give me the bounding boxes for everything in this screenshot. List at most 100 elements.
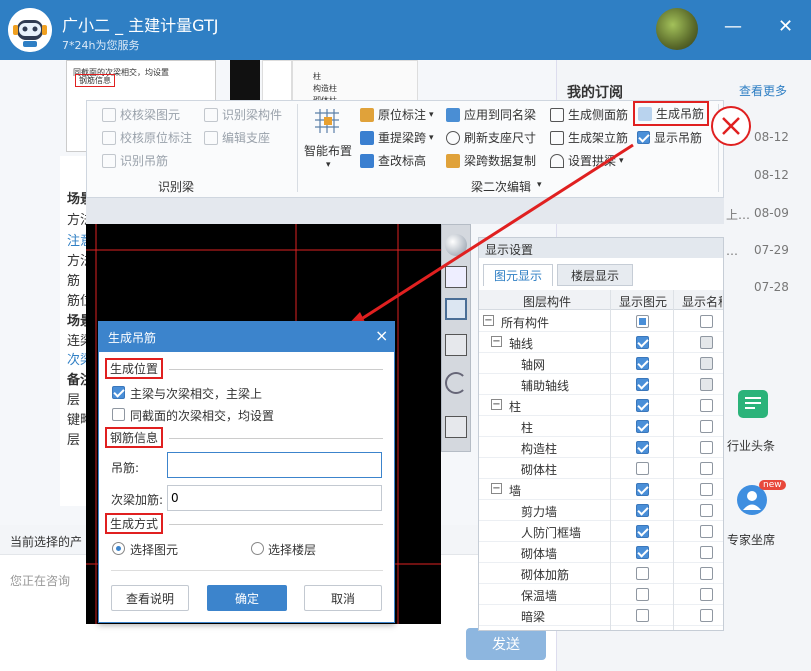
show-element-checkbox[interactable]: [636, 504, 649, 517]
show-name-checkbox[interactable]: [700, 567, 713, 580]
radio-select-floor[interactable]: [251, 542, 264, 555]
show-name-checkbox[interactable]: [700, 609, 713, 622]
show-element-checkbox[interactable]: [636, 567, 649, 580]
show-name-checkbox[interactable]: [700, 462, 713, 475]
layer-label: 砌体柱: [521, 463, 558, 477]
show-name-checkbox[interactable]: [700, 588, 713, 601]
layer-row[interactable]: 暗梁: [479, 605, 723, 626]
grid-divider: [673, 290, 674, 630]
identify-hanger-button[interactable]: 识别吊筋: [102, 152, 168, 169]
show-element-checkbox[interactable]: [636, 462, 649, 475]
show-element-checkbox[interactable]: [636, 546, 649, 559]
in-situ-annotation-button[interactable]: 原位标注 ▾: [360, 106, 434, 123]
layer-row[interactable]: − 柱: [479, 395, 723, 416]
my-orders-title: 我的订阅: [567, 85, 623, 101]
cancel-button[interactable]: 取消: [304, 585, 382, 611]
identify-beam-button[interactable]: 识别梁构件: [204, 106, 282, 123]
hanger-input[interactable]: [167, 452, 382, 478]
show-element-checkbox[interactable]: [636, 588, 649, 601]
hanger-identify-icon: [102, 153, 116, 168]
grid-divider: [610, 290, 611, 630]
layer-row[interactable]: 砌体柱: [479, 458, 723, 479]
order-title-fragment[interactable]: …: [726, 244, 738, 258]
layer-row[interactable]: 构造柱: [479, 437, 723, 458]
layer-row[interactable]: 轴网: [479, 353, 723, 374]
layer-label: 砌体墙: [521, 547, 558, 561]
show-element-checkbox[interactable]: [636, 483, 649, 496]
news-icon[interactable]: [738, 390, 768, 418]
help-button[interactable]: 查看说明: [111, 585, 189, 611]
show-element-checkbox[interactable]: [636, 399, 649, 412]
opt1-label[interactable]: 主梁与次梁相交，主梁上: [130, 385, 262, 402]
radio-select-element[interactable]: [112, 542, 125, 555]
collapse-icon[interactable]: −: [491, 399, 502, 410]
close-annotation-icon[interactable]: [711, 106, 751, 146]
layer-row[interactable]: − 墙: [479, 479, 723, 500]
user-avatar[interactable]: [656, 8, 698, 50]
edit-support-button[interactable]: 编辑支座: [204, 129, 270, 146]
show-name-checkbox[interactable]: [700, 315, 713, 328]
minimize-button[interactable]: —: [724, 16, 742, 37]
order-date: 08-12: [754, 130, 789, 144]
rotate-icon[interactable]: [445, 372, 467, 394]
new-badge: new: [759, 480, 786, 490]
secondary-rebar-input[interactable]: [167, 485, 382, 511]
layer-row[interactable]: 砌体墙: [479, 542, 723, 563]
layer-row[interactable]: 砌体加筋: [479, 563, 723, 584]
show-name-checkbox[interactable]: [700, 420, 713, 433]
show-element-checkbox[interactable]: [636, 525, 649, 538]
opt2-label[interactable]: 同截面的次梁相交，均设置: [130, 407, 274, 424]
gen-hanger-button[interactable]: 生成吊筋: [633, 101, 710, 126]
show-element-checkbox[interactable]: [636, 357, 649, 370]
layer-label: 柱: [509, 400, 522, 414]
news-label[interactable]: 行业头条: [727, 437, 775, 454]
show-name-checkbox[interactable]: [700, 399, 713, 412]
show-name-checkbox[interactable]: [700, 483, 713, 496]
show-element-checkbox[interactable]: [636, 441, 649, 454]
section-position-label: 生成位置: [105, 358, 164, 379]
show-element-checkbox[interactable]: [636, 609, 649, 622]
layer-row[interactable]: 剪力墙: [479, 500, 723, 521]
layer-row[interactable]: 柱: [479, 416, 723, 437]
collapse-icon[interactable]: −: [491, 483, 502, 494]
message-input[interactable]: 您正在咨询: [10, 572, 70, 589]
ok-button[interactable]: 确定: [207, 585, 287, 611]
radio-select-floor-label[interactable]: 选择楼层: [268, 541, 316, 558]
secondary-rebar-label: 次梁加筋:: [111, 493, 164, 507]
show-name-checkbox[interactable]: [700, 378, 713, 391]
show-element-checkbox[interactable]: [636, 420, 649, 433]
order-title-fragment[interactable]: 上…: [726, 206, 750, 223]
layer-icon[interactable]: [445, 416, 467, 438]
show-element-checkbox[interactable]: [636, 378, 649, 391]
layer-row[interactable]: 辅助轴线: [479, 374, 723, 395]
gen-side-rebar-button[interactable]: 生成侧面筋: [550, 106, 628, 123]
dialog-close-button[interactable]: ×: [375, 326, 388, 345]
show-name-checkbox[interactable]: [700, 504, 713, 517]
layer-label: 辅助轴线: [521, 379, 570, 393]
layer-row[interactable]: 保温墙: [479, 584, 723, 605]
apply-same-name-button[interactable]: 应用到同名梁: [446, 106, 536, 123]
check-beam-button[interactable]: 校核梁图元: [102, 106, 180, 123]
expert-label[interactable]: 专家坐席: [727, 531, 775, 548]
show-name-checkbox[interactable]: [700, 441, 713, 454]
see-more-link[interactable]: 查看更多: [739, 82, 787, 99]
order-date: 08-12: [754, 168, 789, 182]
ribbon-separator: [297, 104, 298, 192]
opt2-checkbox[interactable]: [112, 408, 125, 421]
radio-select-element-label[interactable]: 选择图元: [130, 541, 178, 558]
check-annotation-button[interactable]: 校核原位标注: [102, 129, 192, 146]
section-rule: [169, 524, 383, 525]
hanger-label: 吊筋:: [111, 461, 140, 475]
show-name-checkbox[interactable]: [700, 336, 713, 349]
show-name-checkbox[interactable]: [700, 525, 713, 538]
column-header: 显示名称: [682, 295, 722, 309]
layer-row[interactable]: 人防门框墙: [479, 521, 723, 542]
close-window-button[interactable]: ✕: [778, 16, 793, 37]
smart-layout-icon: [312, 108, 342, 136]
send-button[interactable]: 发送: [466, 628, 546, 660]
section-mode-label: 生成方式: [105, 513, 164, 534]
show-name-checkbox[interactable]: [700, 357, 713, 370]
show-name-checkbox[interactable]: [700, 546, 713, 559]
section-rebar-label: 钢筋信息: [105, 427, 164, 448]
opt1-checkbox[interactable]: [112, 386, 125, 399]
